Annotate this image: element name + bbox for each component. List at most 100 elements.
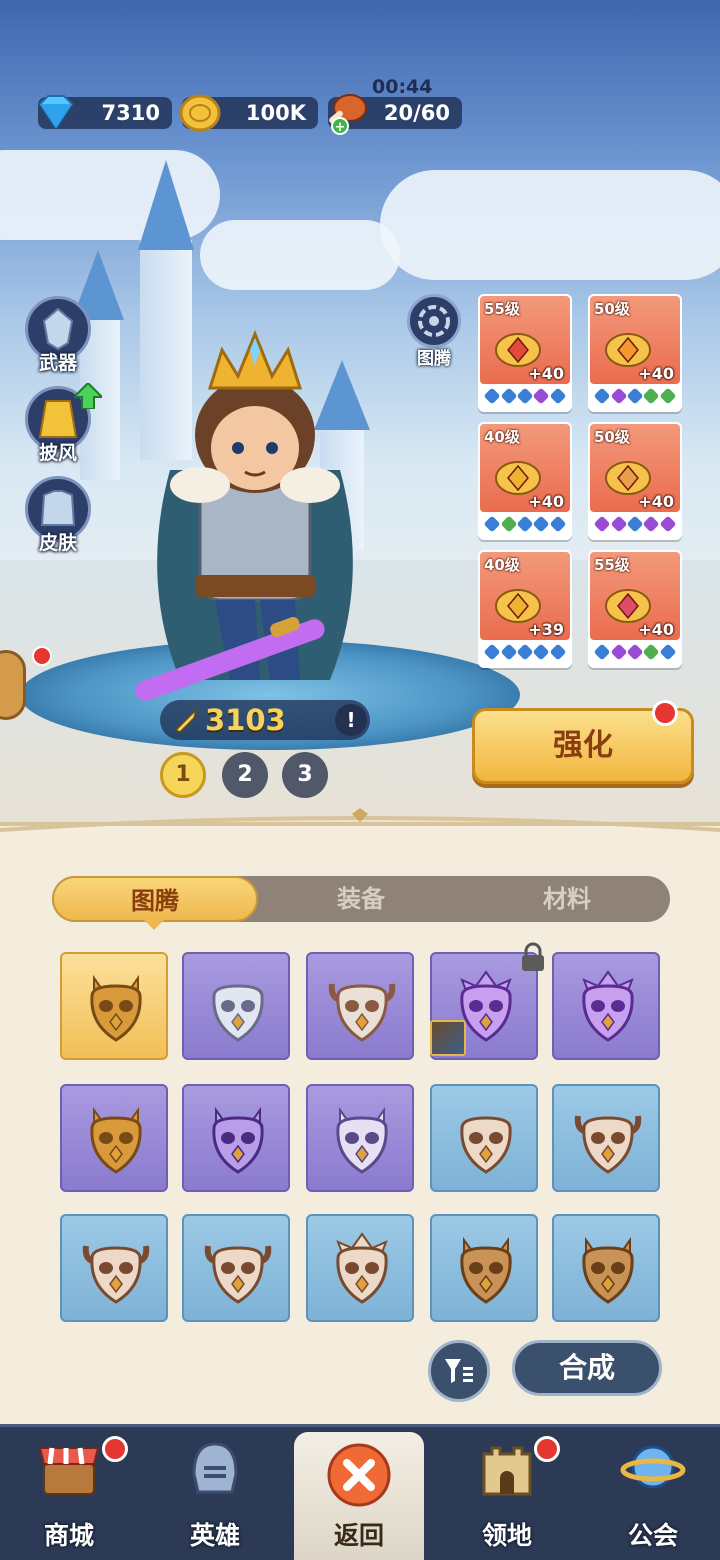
owl-mask-icon	[582, 1236, 634, 1304]
totem-slot[interactable]	[430, 1214, 538, 1322]
tab-equipment[interactable]: 装备	[258, 876, 464, 922]
socket-gem-icon	[642, 387, 660, 405]
socket-gem-icon	[593, 387, 611, 405]
filter-button[interactable]	[428, 1340, 490, 1402]
equipment-card[interactable]: 40级 +39	[478, 550, 572, 668]
totem-slot[interactable]	[306, 1214, 414, 1322]
planet-icon	[620, 1445, 686, 1489]
equipment-socket-row	[593, 387, 677, 406]
equipment-card[interactable]: 40级 +40	[478, 422, 572, 540]
nav-guild-label: 公会	[627, 1521, 678, 1550]
socket-gem-icon	[626, 643, 644, 661]
hero-page-2[interactable]: 2	[222, 752, 268, 798]
totem-slot[interactable]	[306, 1084, 414, 1192]
socket-gem-icon	[532, 515, 550, 533]
hero-character[interactable]	[110, 320, 400, 720]
socket-gem-icon	[549, 515, 567, 533]
socket-gem-icon	[610, 515, 628, 533]
equipment-card[interactable]: 55级 +40	[588, 550, 682, 668]
socket-gem-icon	[549, 387, 567, 405]
equipment-level: 50级	[594, 428, 630, 446]
wolf-mask-icon	[212, 1106, 264, 1174]
info-icon[interactable]: !	[335, 704, 367, 736]
totem-slot[interactable]	[182, 1084, 290, 1192]
nav-back[interactable]: 返回	[294, 1432, 424, 1560]
equipped-hero-thumbnail	[430, 1020, 466, 1056]
totem-slot[interactable]	[552, 1214, 660, 1322]
skin-label: 皮肤	[38, 532, 77, 554]
stamina-count: 20/60	[383, 101, 450, 125]
nav-heroes[interactable]: 英雄	[150, 1424, 280, 1560]
socket-gem-icon	[483, 387, 501, 405]
tab-materials[interactable]: 材料	[464, 876, 670, 922]
equipment-socket-row	[483, 643, 567, 662]
equipment-level: 40级	[484, 428, 520, 446]
cat-mask-icon	[336, 1106, 388, 1174]
lock-icon	[522, 942, 544, 971]
totem-slot[interactable]	[60, 1084, 168, 1192]
socket-gem-icon	[500, 515, 518, 533]
equipment-card-bg: 40级 +40	[480, 424, 570, 512]
tab-totem[interactable]: 图腾	[52, 876, 258, 922]
equipment-enhance-level: +40	[638, 620, 674, 639]
socket-gem-icon	[516, 515, 534, 533]
equipment-socket-row	[593, 515, 677, 534]
equipment-card-bg: 50级 +40	[590, 296, 680, 384]
equipment-card[interactable]: 50级 +40	[588, 422, 682, 540]
socket-gem-icon	[532, 643, 550, 661]
equipment-card-bg: 50级 +40	[590, 424, 680, 512]
upgrade-arrow-icon	[74, 383, 102, 409]
equipment-enhance-level: +40	[638, 364, 674, 383]
totem-slot[interactable]	[182, 952, 290, 1060]
socket-gem-icon	[483, 515, 501, 533]
nav-guild[interactable]: 公会	[588, 1424, 718, 1560]
socket-gem-icon	[593, 643, 611, 661]
skin-button[interactable]: 皮肤	[22, 476, 94, 555]
compose-button[interactable]: 合成	[512, 1340, 662, 1396]
filter-icon	[445, 1359, 473, 1383]
weapon-button[interactable]: 武器	[22, 296, 94, 375]
socket-gem-icon	[500, 643, 518, 661]
stamina-timer: 00:44	[372, 76, 433, 98]
socket-gem-icon	[626, 515, 644, 533]
close-icon	[327, 1443, 391, 1507]
shop-icon	[38, 1447, 100, 1495]
totem-slot[interactable]	[430, 1084, 538, 1192]
socket-gem-icon	[659, 387, 677, 405]
socket-gem-icon	[516, 387, 534, 405]
cloak-button[interactable]: 披风	[22, 383, 102, 465]
owl-mask-icon	[90, 1106, 142, 1174]
totem-slot[interactable]	[60, 952, 168, 1060]
hero-page-1[interactable]: 1	[160, 752, 206, 798]
meat-stamina-icon: +	[329, 94, 367, 135]
bull-mask-icon	[204, 1245, 272, 1304]
equipment-level: 50级	[594, 300, 630, 318]
equipment-card[interactable]: 55级 +40	[478, 294, 572, 412]
socket-gem-icon	[516, 643, 534, 661]
equipment-card-bg: 40级 +39	[480, 552, 570, 640]
nav-territory-label: 领地	[481, 1521, 532, 1550]
socket-gem-icon	[500, 387, 518, 405]
totem-slot[interactable]	[60, 1214, 168, 1322]
territory-alert-badge	[534, 1436, 560, 1462]
equipment-card[interactable]: 50级 +40	[588, 294, 682, 412]
totem-slot[interactable]	[182, 1214, 290, 1322]
totem-slot[interactable]	[552, 1084, 660, 1192]
hero-page-3[interactable]: 3	[282, 752, 328, 798]
socket-gem-icon	[659, 515, 677, 533]
diamond-icon	[38, 95, 74, 130]
totem-slot[interactable]	[306, 952, 414, 1060]
equipment-card-bg: 55级 +40	[480, 296, 570, 384]
totem-button[interactable]: 图腾	[406, 294, 462, 369]
socket-gem-icon	[642, 643, 660, 661]
equipment-socket-row	[483, 515, 567, 534]
socket-gem-icon	[593, 515, 611, 533]
totem-slot[interactable]	[552, 952, 660, 1060]
socket-gem-icon	[642, 515, 660, 533]
helmet-icon	[192, 1442, 238, 1494]
companion-pet-avatar[interactable]	[0, 650, 26, 720]
bird-mask-icon	[336, 1232, 388, 1304]
shop-alert-badge	[102, 1436, 128, 1462]
equipment-enhance-level: +40	[528, 492, 564, 511]
castle-icon	[482, 1446, 532, 1496]
